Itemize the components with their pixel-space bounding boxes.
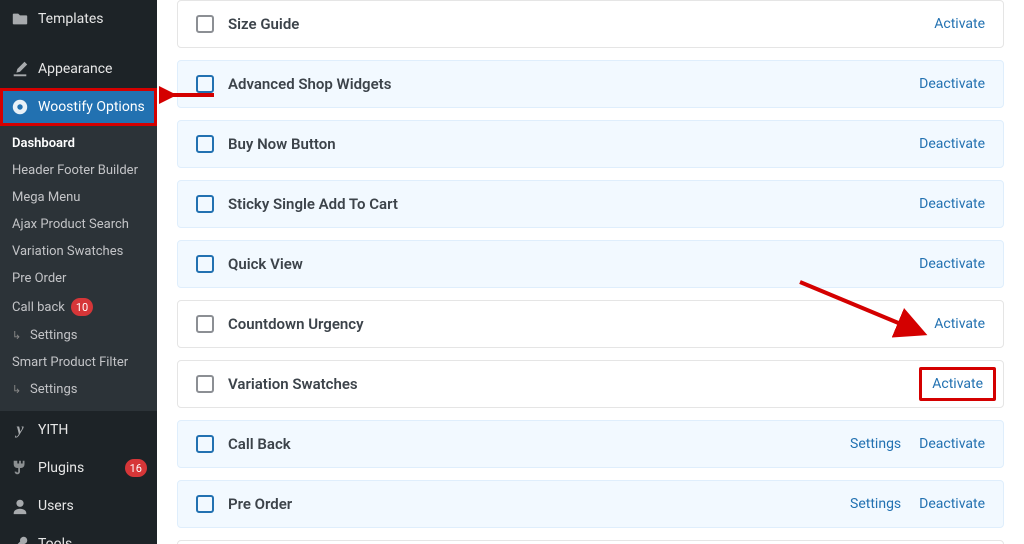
sidebar-submenu: Dashboard Header Footer Builder Mega Men…	[0, 126, 157, 411]
module-checkbox[interactable]	[196, 255, 214, 273]
module-card: Call BackSettings Deactivate	[177, 420, 1004, 468]
count-badge: 10	[71, 298, 93, 316]
sidebar-subitem-call-back[interactable]: Call back 10	[0, 292, 157, 322]
deactivate-link[interactable]: Deactivate	[919, 496, 985, 512]
module-title: Pre Order	[228, 495, 850, 513]
sidebar-item-label: YITH	[38, 422, 147, 438]
module-card: Pre OrderSettings Deactivate	[177, 480, 1004, 528]
activate-link[interactable]: Activate	[934, 316, 985, 332]
arrow-return-icon: ↳	[12, 383, 26, 396]
module-title: Advanced Shop Widgets	[228, 75, 919, 93]
sidebar-item-label: Woostify Options	[38, 99, 147, 115]
module-actions: Activate	[934, 16, 985, 32]
sidebar-item-users[interactable]: Users	[0, 487, 157, 525]
sidebar-item-label: Plugins	[38, 460, 119, 476]
module-title: Quick View	[228, 255, 919, 273]
module-title: Buy Now Button	[228, 135, 919, 153]
sidebar-item-label: Users	[38, 498, 147, 514]
module-actions: Deactivate	[919, 76, 985, 92]
module-checkbox[interactable]	[196, 315, 214, 333]
module-title: Variation Swatches	[228, 375, 930, 393]
module-card: Advanced Shop WidgetsDeactivate	[177, 60, 1004, 108]
module-checkbox[interactable]	[196, 495, 214, 513]
module-title: Countdown Urgency	[228, 315, 934, 333]
module-actions: Settings Deactivate	[850, 436, 985, 452]
module-checkbox[interactable]	[196, 75, 214, 93]
count-badge: 16	[125, 459, 147, 477]
sidebar-subitem-smart-product-filter[interactable]: Smart Product Filter	[0, 349, 157, 376]
sidebar-subitem-pre-order[interactable]: Pre Order	[0, 265, 157, 292]
module-actions: Deactivate	[919, 256, 985, 272]
module-checkbox[interactable]	[196, 195, 214, 213]
module-actions: Deactivate	[919, 196, 985, 212]
deactivate-link[interactable]: Deactivate	[919, 196, 985, 212]
module-title: Call Back	[228, 435, 850, 453]
module-card: Sticky Single Add To CartDeactivate	[177, 180, 1004, 228]
arrow-return-icon: ↳	[12, 329, 26, 342]
plug-icon	[10, 458, 30, 478]
settings-link[interactable]: Settings	[850, 496, 901, 512]
wrench-icon	[10, 534, 30, 544]
sidebar-item-templates[interactable]: Templates	[0, 0, 157, 38]
module-checkbox[interactable]	[196, 375, 214, 393]
sidebar-subitem-settings-2[interactable]: ↳ Settings	[0, 376, 157, 403]
sidebar-subitem-mega-menu[interactable]: Mega Menu	[0, 184, 157, 211]
deactivate-link[interactable]: Deactivate	[919, 436, 985, 452]
module-card: Size GuideActivate	[177, 0, 1004, 48]
sidebar-item-label: Tools	[38, 536, 147, 544]
deactivate-link[interactable]: Deactivate	[919, 256, 985, 272]
settings-link[interactable]: Settings	[850, 436, 901, 452]
woostify-icon	[10, 97, 30, 117]
sidebar: Templates Appearance Woostify Options Da…	[0, 0, 157, 544]
sidebar-subitem-header-footer-builder[interactable]: Header Footer Builder	[0, 157, 157, 184]
module-title: Size Guide	[228, 15, 934, 33]
module-actions: Settings Deactivate	[850, 496, 985, 512]
sidebar-subitem-variation-swatches[interactable]: Variation Swatches	[0, 238, 157, 265]
brush-icon	[10, 59, 30, 79]
module-card: Buy Now ButtonDeactivate	[177, 120, 1004, 168]
sidebar-subitem-settings-1[interactable]: ↳ Settings	[0, 322, 157, 349]
folder-icon	[10, 9, 30, 29]
activate-link[interactable]: Activate	[934, 16, 985, 32]
sidebar-item-label: Templates	[38, 11, 147, 27]
sidebar-item-yith[interactable]: y YITH	[0, 411, 157, 449]
sidebar-item-label: Appearance	[38, 61, 147, 77]
module-checkbox[interactable]	[196, 135, 214, 153]
sidebar-item-plugins[interactable]: Plugins 16	[0, 449, 157, 487]
sidebar-item-appearance[interactable]: Appearance	[0, 50, 157, 88]
module-checkbox[interactable]	[196, 435, 214, 453]
activate-link[interactable]: Activate	[919, 367, 996, 401]
yith-icon: y	[10, 420, 30, 440]
sidebar-item-tools[interactable]: Tools	[0, 525, 157, 544]
module-title: Sticky Single Add To Cart	[228, 195, 919, 213]
module-card: Countdown UrgencyActivate	[177, 300, 1004, 348]
module-checkbox[interactable]	[196, 15, 214, 33]
deactivate-link[interactable]: Deactivate	[919, 136, 985, 152]
sidebar-subitem-ajax-product-search[interactable]: Ajax Product Search	[0, 211, 157, 238]
user-icon	[10, 496, 30, 516]
sidebar-item-woostify-options[interactable]: Woostify Options	[0, 88, 157, 126]
module-actions: Activate	[934, 316, 985, 332]
sidebar-subitem-dashboard[interactable]: Dashboard	[0, 130, 157, 157]
module-actions: Activate	[930, 375, 985, 393]
module-card: Sale NotificationActivate	[177, 540, 1004, 544]
main-content: Size GuideActivateAdvanced Shop WidgetsD…	[157, 0, 1024, 544]
deactivate-link[interactable]: Deactivate	[919, 76, 985, 92]
module-actions: Deactivate	[919, 136, 985, 152]
module-card: Quick ViewDeactivate	[177, 240, 1004, 288]
module-card: Variation SwatchesActivate	[177, 360, 1004, 408]
